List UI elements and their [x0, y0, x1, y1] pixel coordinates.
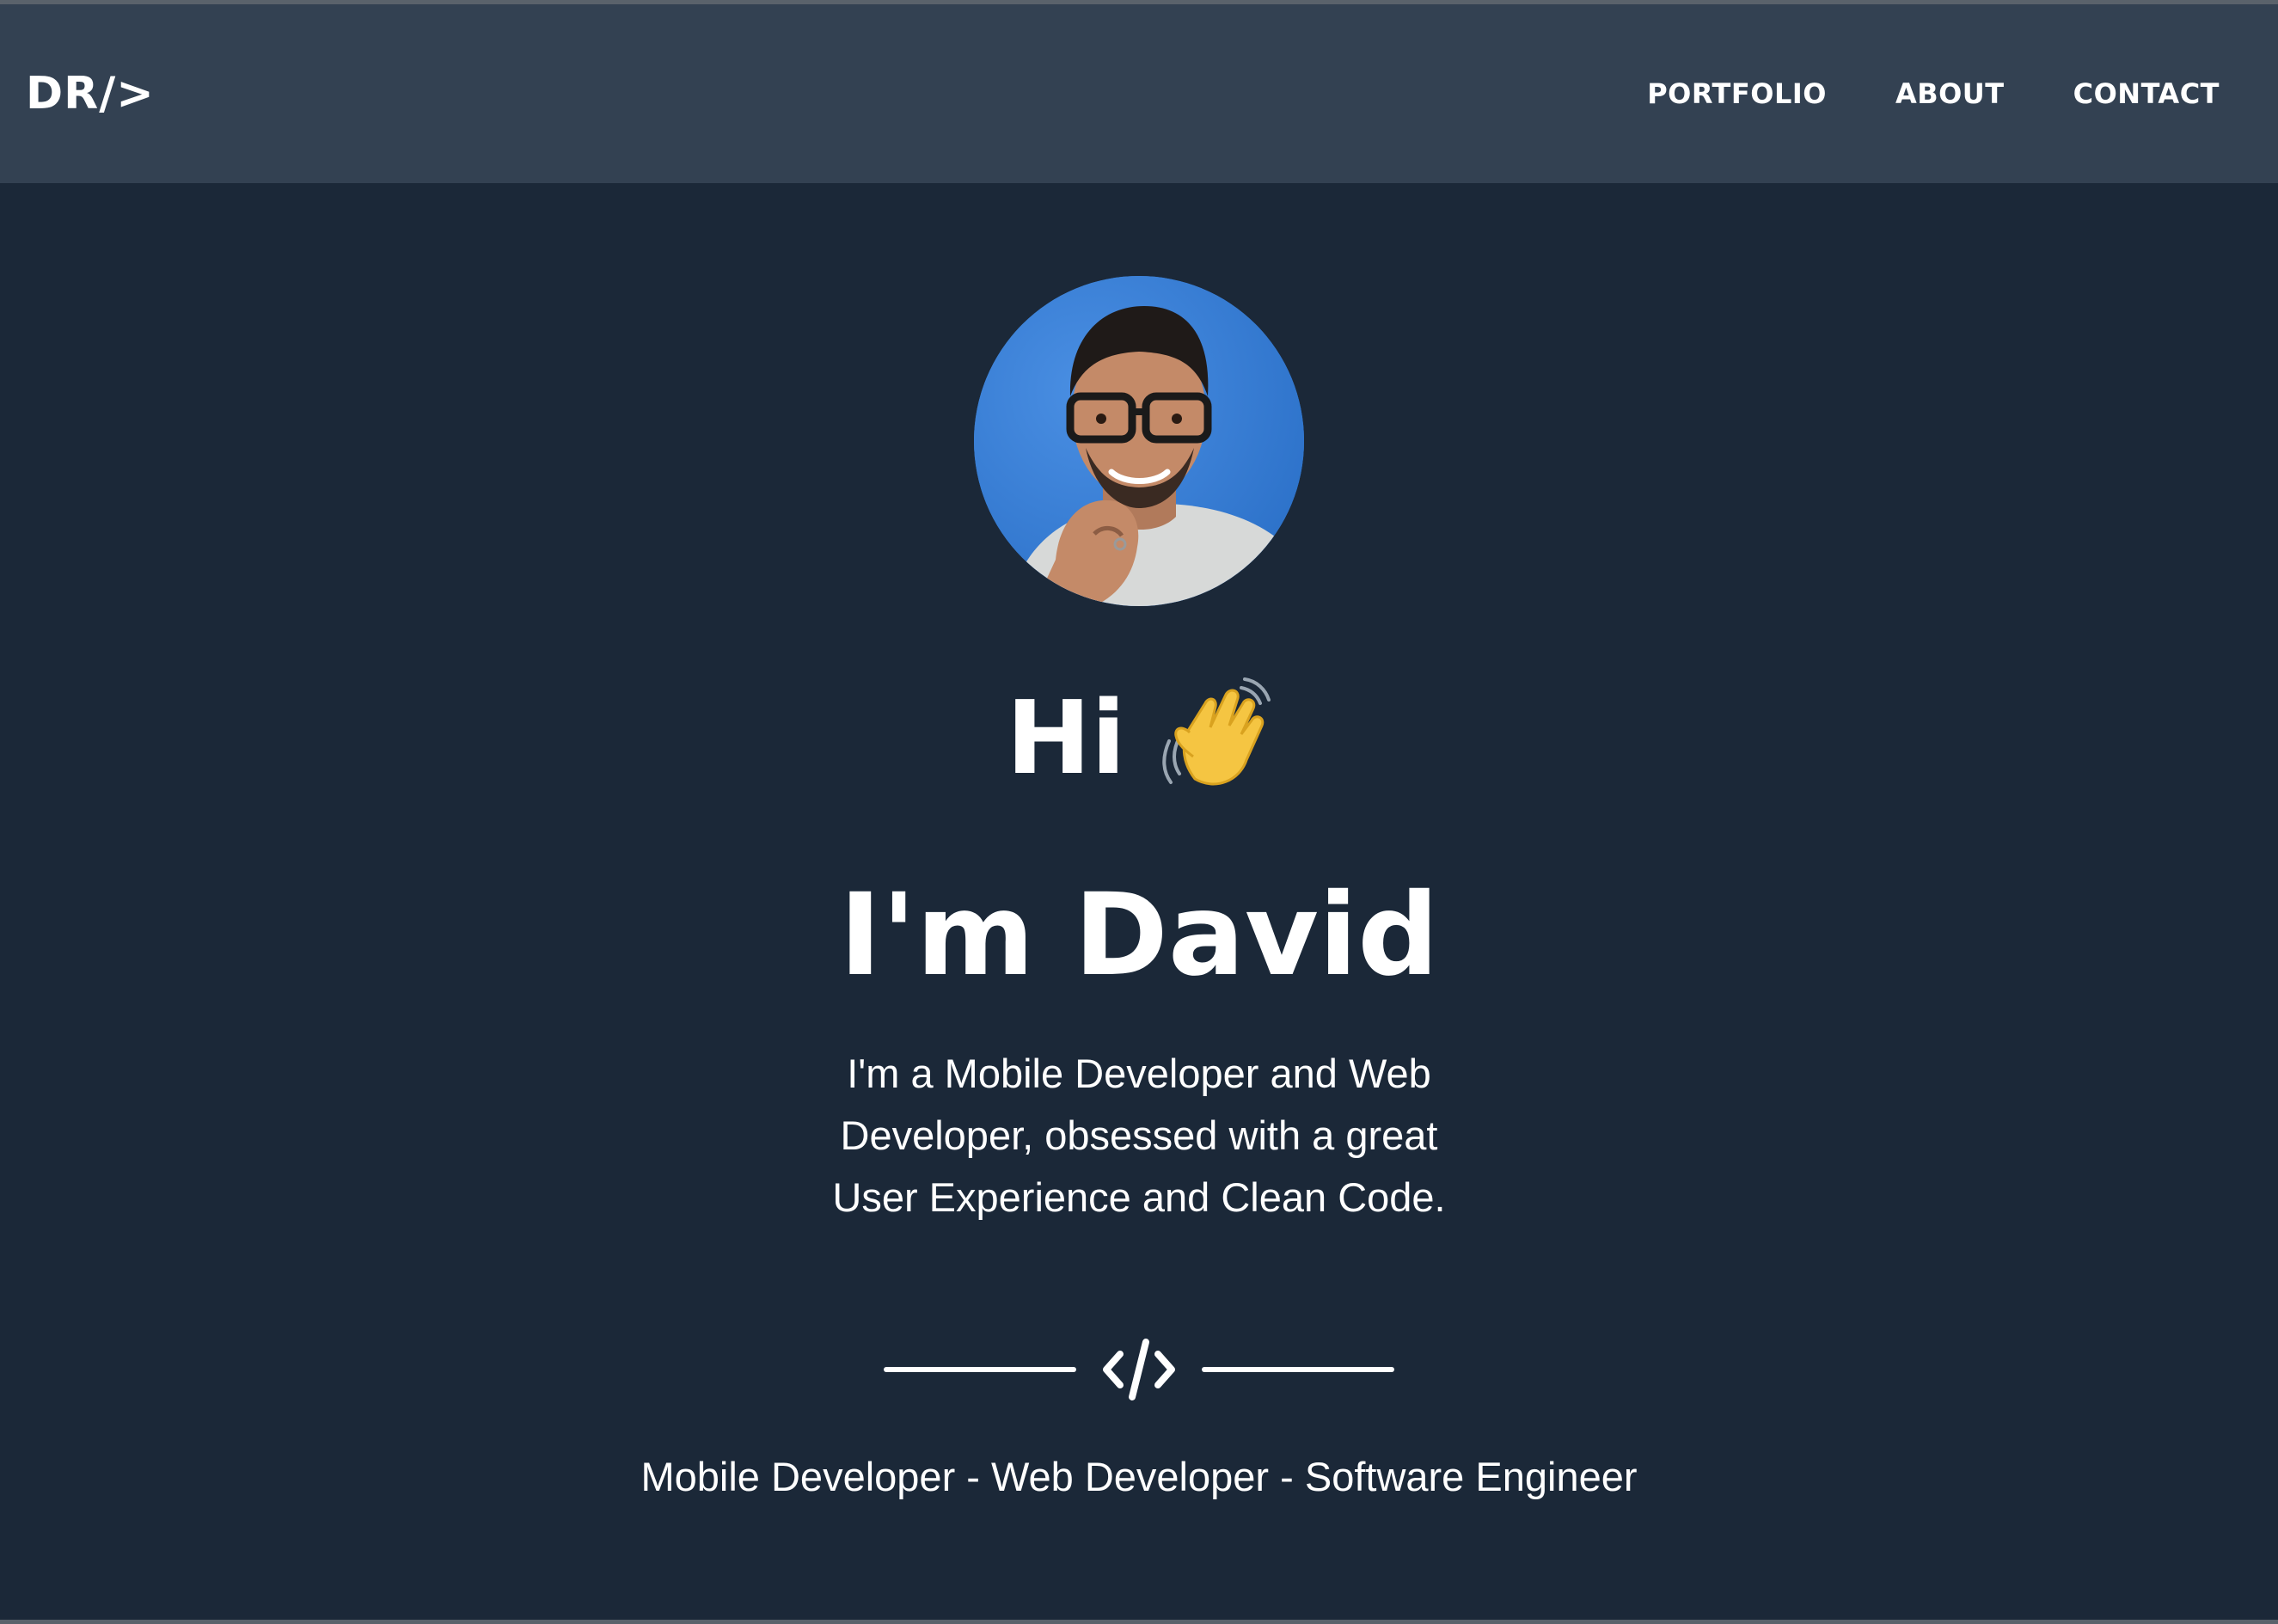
avatar-image [974, 276, 1304, 606]
logo[interactable]: DR/> [26, 66, 155, 121]
code-divider [884, 1335, 1394, 1404]
nav-links: PORTFOLIO ABOUT CONTACT [1647, 77, 2220, 111]
code-icon [1103, 1339, 1175, 1400]
intro-text: I'm a Mobile Developer and Web Developer… [832, 1051, 1446, 1220]
avatar [974, 276, 1304, 606]
divider-line-left [884, 1367, 1076, 1372]
bottom-edge [0, 1620, 2278, 1624]
nav-link-about[interactable]: ABOUT [1895, 77, 2005, 111]
waving-hand-icon [1161, 677, 1271, 786]
divider-line-right [1202, 1367, 1394, 1372]
greeting-text: Hi [1006, 678, 1126, 797]
roles-tagline: Mobile Developer - Web Developer - Softw… [640, 1454, 1638, 1499]
nav-link-portfolio[interactable]: PORTFOLIO [1647, 77, 1827, 111]
greeting: Hi [0, 673, 2278, 802]
hero-section: Hi I'm David I'm a Mobile Developer and … [0, 183, 2278, 1620]
name-title: I'm David [839, 869, 1439, 1002]
navbar: DR/> PORTFOLIO ABOUT CONTACT [0, 4, 2278, 183]
nav-link-contact[interactable]: CONTACT [2073, 77, 2220, 111]
